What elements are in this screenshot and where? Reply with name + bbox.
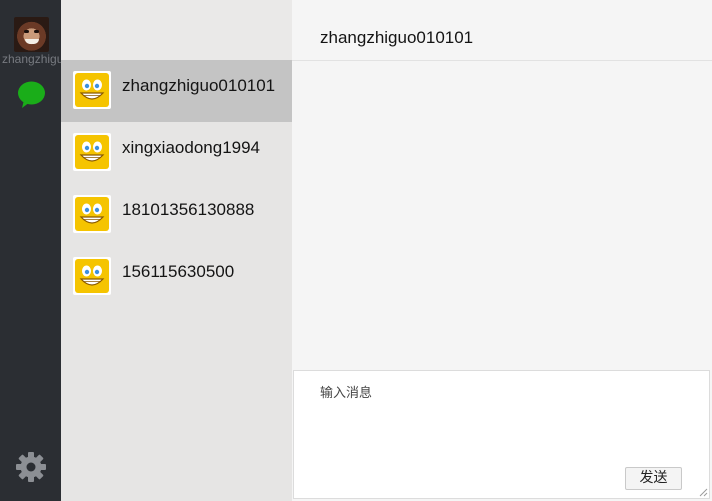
user-name: zhangzhiguo010101 — [2, 52, 61, 66]
contact-item[interactable]: 18101356130888 — [61, 184, 292, 246]
nav-rail: zhangzhiguo010101 — [0, 0, 61, 501]
contact-list: zhangzhiguo010101 xingxiaodong1994 18101… — [61, 0, 292, 501]
smiley-face-icon — [73, 71, 111, 109]
gear-icon[interactable] — [15, 451, 47, 483]
contact-name: 18101356130888 — [122, 200, 255, 219]
avatar-mouth — [25, 39, 39, 44]
avatar-eye — [34, 30, 39, 33]
message-area[interactable] — [292, 61, 712, 370]
smiley-face-icon — [73, 133, 111, 171]
chat-title: zhangzhiguo010101 — [320, 28, 474, 47]
contact-name: 156115630500 — [122, 262, 235, 281]
smiley-face-icon — [73, 195, 111, 233]
avatar-eye — [24, 30, 29, 33]
contact-name: xingxiaodong1994 — [122, 138, 261, 157]
message-composer: 发送 — [293, 370, 710, 499]
contact-list-header — [61, 0, 292, 60]
chat-bubble-icon[interactable] — [17, 80, 46, 110]
contact-item[interactable]: xingxiaodong1994 — [61, 122, 292, 184]
contact-item[interactable]: 156115630500 — [61, 246, 292, 308]
send-button[interactable]: 发送 — [625, 467, 682, 490]
user-avatar[interactable] — [14, 17, 49, 52]
resize-grip-icon[interactable] — [698, 487, 708, 497]
contact-item[interactable]: zhangzhiguo010101 — [61, 60, 292, 122]
smiley-face-icon — [73, 257, 111, 295]
chat-header: zhangzhiguo010101 — [292, 0, 712, 61]
contact-name: zhangzhiguo010101 — [122, 76, 276, 95]
